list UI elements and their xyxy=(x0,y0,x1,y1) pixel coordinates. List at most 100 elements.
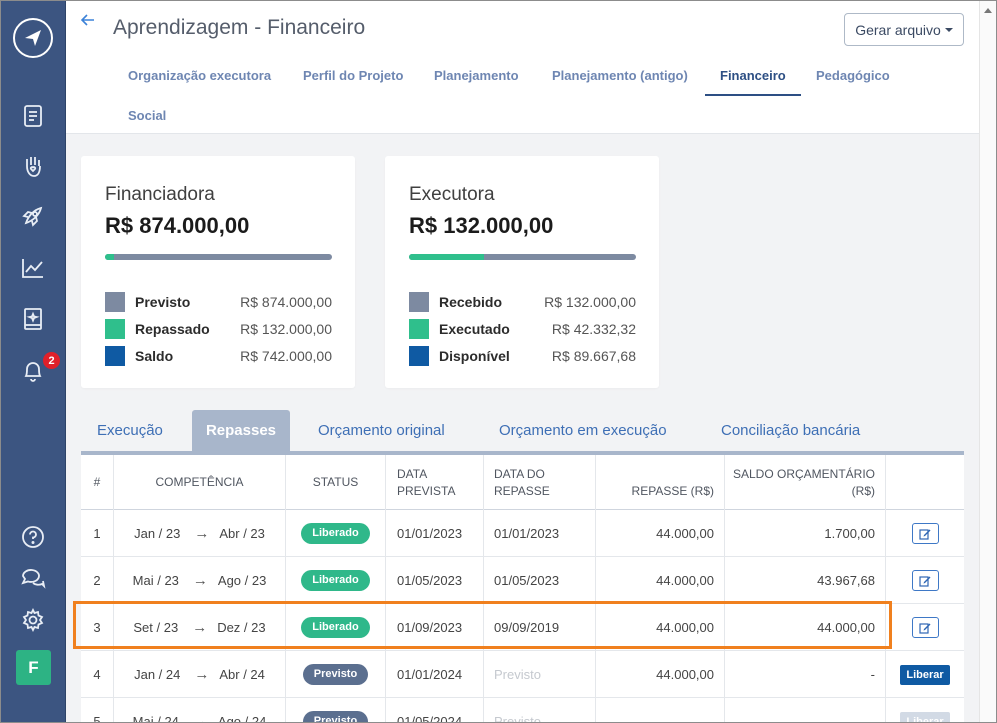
legend-row-previsto: Previsto R$ 874.000,00 xyxy=(105,292,332,312)
cell-status: Previsto xyxy=(285,651,385,698)
legend-value: R$ 89.667,68 xyxy=(551,348,636,364)
cell-num: 1 xyxy=(93,526,101,541)
header-actions xyxy=(885,455,964,510)
tab-planejamento[interactable]: Planejamento xyxy=(434,68,519,83)
status-badge: Liberado xyxy=(301,523,370,544)
chart-line-icon[interactable] xyxy=(0,248,66,288)
table-row: 3 Set / 23 → Dez / 23 Liberado 01/09/2023 09/0… xyxy=(81,604,964,651)
header-competencia: COMPETÊNCIA xyxy=(113,455,285,510)
legend-value: R$ 874.000,00 xyxy=(240,294,332,310)
tab-social[interactable]: Social xyxy=(128,108,166,123)
cell-action: Liberar xyxy=(885,651,964,698)
legend-row-recebido: Recebido R$ 132.000,00 xyxy=(409,292,636,312)
avatar[interactable]: F xyxy=(16,650,51,685)
cell-action xyxy=(885,557,964,604)
cell-data-repasse: Previsto xyxy=(483,651,595,698)
cell-action xyxy=(885,510,964,557)
table-row: 1 Jan / 23 → Abr / 23 Liberado 01/01/2023 01/0… xyxy=(81,510,964,557)
liberar-button[interactable]: Liberar xyxy=(900,711,950,723)
gear-icon[interactable] xyxy=(0,600,66,640)
tab-execucao[interactable]: Execução xyxy=(97,410,163,451)
rocket-icon[interactable] xyxy=(0,196,66,236)
header-status: STATUS xyxy=(285,455,385,510)
cell-status: Previsto xyxy=(285,698,385,723)
status-badge: Liberado xyxy=(301,570,370,591)
legend-value: R$ 132.000,00 xyxy=(240,321,332,337)
competencia-from: Jan / 23 xyxy=(134,526,181,541)
arrow-right-icon: → xyxy=(194,666,210,683)
table-row: 2 Mai / 23 → Ago / 23 Liberado 01/05/2023 01/0… xyxy=(81,557,964,604)
header-text: (R$) xyxy=(851,483,875,498)
legend-label: Executado xyxy=(439,321,510,337)
status-badge: Previsto xyxy=(302,664,369,685)
legend-value: R$ 132.000,00 xyxy=(544,294,636,310)
repasses-table: # COMPETÊNCIA STATUS DATA PREVISTA DATA … xyxy=(81,455,964,723)
cell-repasse: 44.000,00 xyxy=(595,604,724,651)
cell-action: Liberar xyxy=(885,698,964,723)
generate-file-button[interactable]: Gerar arquivo xyxy=(844,13,964,46)
cell-data-prevista: 01/01/2024 xyxy=(385,651,483,698)
edit-icon xyxy=(919,528,931,540)
legend-swatch xyxy=(409,292,429,312)
arrow-right-icon: → xyxy=(192,713,208,723)
arrow-right-icon: → xyxy=(192,572,208,589)
cell-data-repasse: Previsto xyxy=(483,698,595,723)
legend-label: Saldo xyxy=(135,348,174,364)
arrow-right-icon: → xyxy=(192,619,208,636)
tab-repasses[interactable]: Repasses xyxy=(192,410,290,451)
back-arrow-icon[interactable] xyxy=(80,12,96,33)
book-star-icon[interactable] xyxy=(0,299,66,339)
cell-num: 3 xyxy=(93,620,101,635)
competencia-to: Abr / 23 xyxy=(219,526,265,541)
cell-data-repasse: 09/09/2019 xyxy=(483,604,595,651)
cell-num: 2 xyxy=(93,573,101,588)
cell-saldo: 43.967,68 xyxy=(724,557,885,604)
cell-repasse: 44.000,00 xyxy=(595,651,724,698)
edit-button[interactable] xyxy=(911,570,939,591)
table-row: 5 Mai / 24 → Ago / 24 Previsto 01/05/2024 Prev… xyxy=(81,698,964,723)
cell-repasse: 44.000,00 xyxy=(595,557,724,604)
tab-perfil-projeto[interactable]: Perfil do Projeto xyxy=(303,68,403,83)
edit-button[interactable] xyxy=(911,617,939,638)
chat-icon[interactable] xyxy=(0,558,66,598)
legend-label: Previsto xyxy=(135,294,191,310)
legend-row-repassado: Repassado R$ 132.000,00 xyxy=(105,319,332,339)
cell-action xyxy=(885,604,964,651)
progress-bar xyxy=(409,254,636,260)
edit-icon xyxy=(919,575,931,587)
tab-planejamento-antigo[interactable]: Planejamento (antigo) xyxy=(552,68,688,83)
status-badge: Liberado xyxy=(301,617,370,638)
tab-financeiro[interactable]: Financeiro xyxy=(720,68,786,83)
tab-orcamento-original[interactable]: Orçamento original xyxy=(318,410,445,451)
header-text: PREVISTA xyxy=(397,483,456,498)
legend-swatch xyxy=(105,292,125,312)
active-tab-indicator xyxy=(705,94,801,96)
arrow-right-icon: → xyxy=(194,525,210,542)
tab-conciliacao-bancaria[interactable]: Conciliação bancária xyxy=(721,410,860,451)
edit-button[interactable] xyxy=(911,523,939,544)
page-header: Aprendizagem - Financeiro Gerar arquivo … xyxy=(66,0,979,134)
cell-status: Liberado xyxy=(285,510,385,557)
logo-icon[interactable] xyxy=(13,18,53,58)
legend-swatch xyxy=(409,346,429,366)
header-num: # xyxy=(93,475,101,489)
cell-repasse: 44.000,00 xyxy=(595,510,724,557)
legend-value: R$ 742.000,00 xyxy=(240,348,332,364)
header-text: DATA DO xyxy=(494,466,545,481)
header-text: REPASSE xyxy=(494,483,550,498)
tab-orcamento-execucao[interactable]: Orçamento em execução xyxy=(499,410,667,451)
legend-swatch xyxy=(409,319,429,339)
scrollbar[interactable] xyxy=(979,0,997,723)
edit-icon xyxy=(919,622,931,634)
card-label: Financiadora xyxy=(105,184,215,205)
help-icon[interactable] xyxy=(0,517,66,557)
document-icon[interactable] xyxy=(0,96,66,136)
cell-saldo: 1.700,00 xyxy=(724,510,885,557)
tab-pedagogico[interactable]: Pedagógico xyxy=(816,68,890,83)
scroll-up-icon[interactable] xyxy=(984,8,992,13)
hand-heart-icon[interactable] xyxy=(0,146,66,186)
competencia-to: Ago / 24 xyxy=(217,714,267,723)
liberar-button[interactable]: Liberar xyxy=(900,664,950,685)
tab-organizacao-executora[interactable]: Organização executora xyxy=(128,68,271,83)
progress-fill xyxy=(409,254,484,260)
